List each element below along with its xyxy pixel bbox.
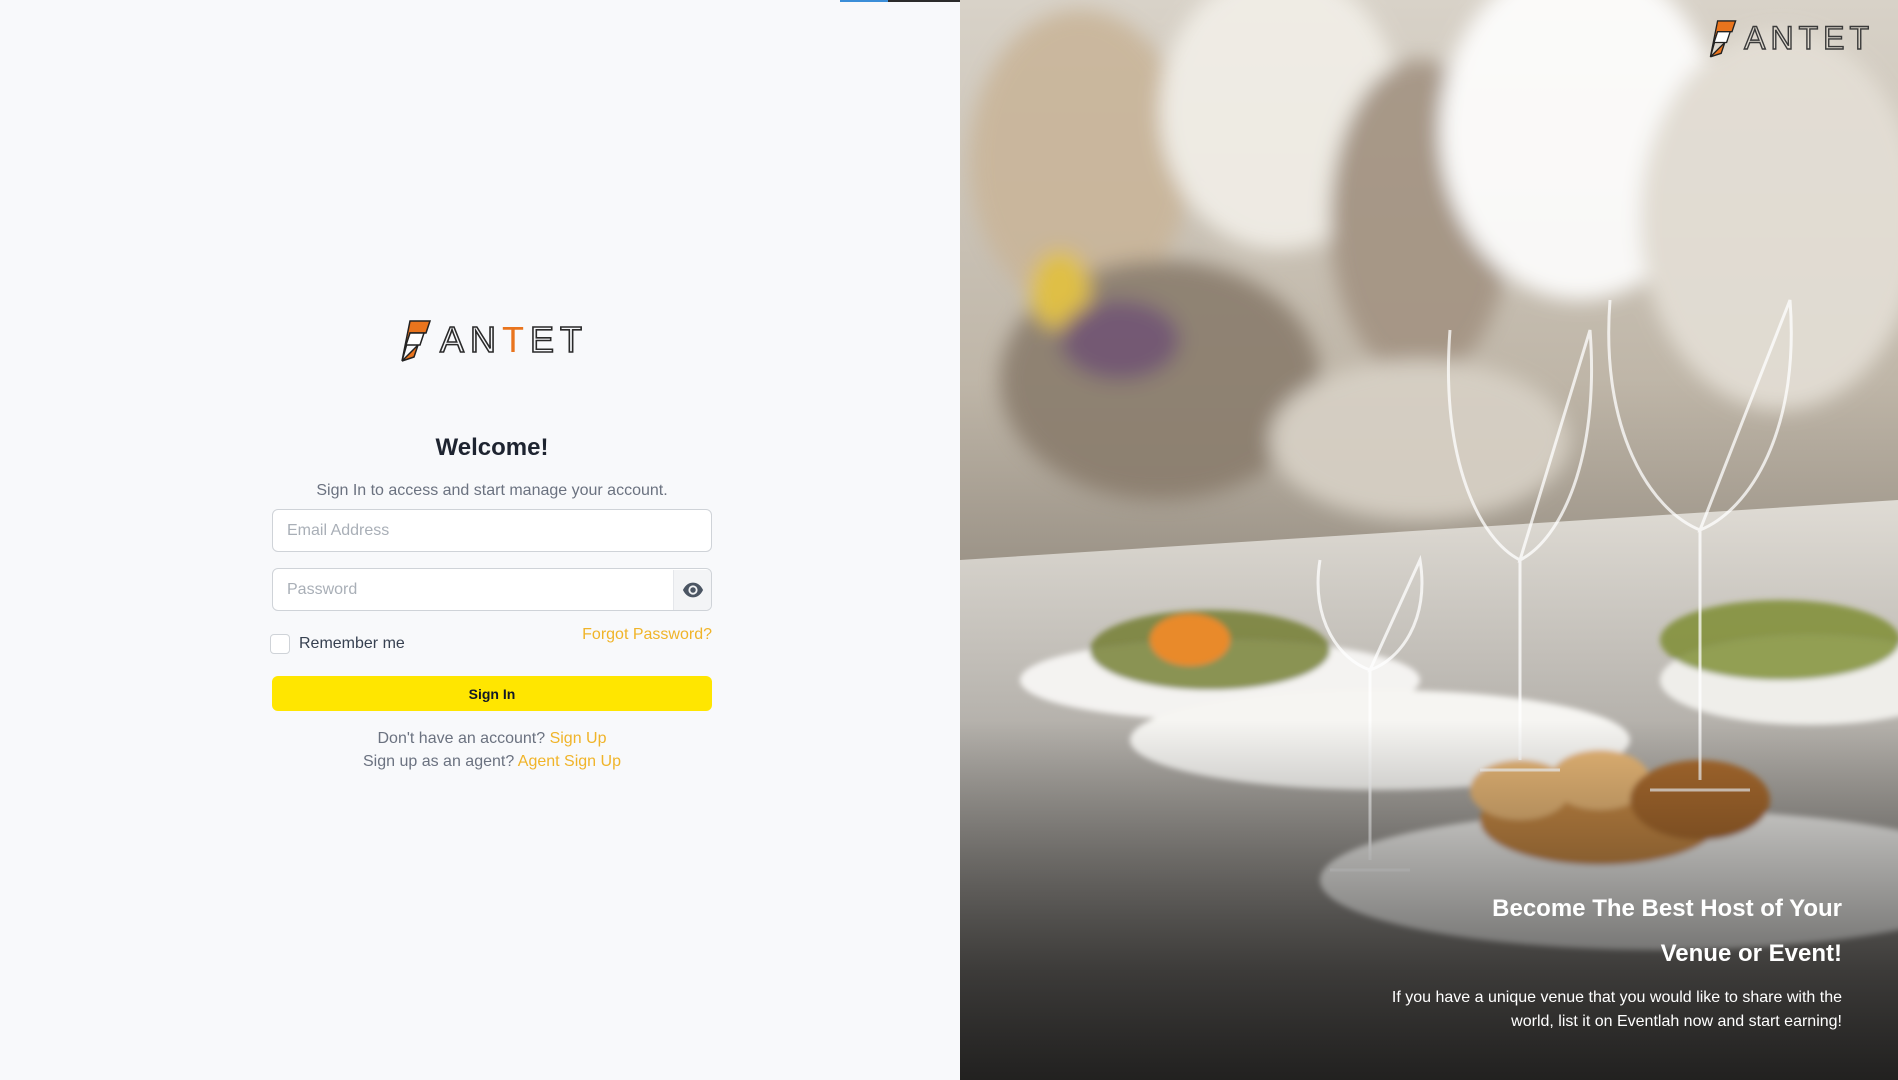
signup-prompt-text: Don't have an account? (377, 730, 546, 747)
form-options-row: Remember me Forgot Password? (270, 626, 712, 654)
eye-icon (682, 582, 703, 597)
password-placeholder: Password (287, 580, 358, 598)
password-visibility-toggle[interactable] (673, 569, 711, 610)
hero-panel: ANTET Become The Best Host of Your Venue… (960, 0, 1898, 1080)
hero-brand-logo: ANTET (1705, 14, 1874, 62)
login-panel: ANTET Welcome! Sign In to access and sta… (0, 0, 1080, 1080)
password-field[interactable]: Password (272, 568, 712, 611)
remember-me[interactable]: Remember me (270, 634, 405, 654)
agent-signup-prompt: Sign up as an agent? Agent Sign Up (272, 753, 712, 771)
page-title: Welcome! (435, 434, 549, 461)
agent-sign-up-link[interactable]: Agent Sign Up (518, 753, 621, 770)
remember-me-checkbox[interactable] (270, 634, 290, 654)
brand-wordmark: ANTET (439, 318, 589, 361)
hero-description-line-1: If you have a unique venue that you woul… (1391, 989, 1842, 1006)
hero-brand-wordmark: ANTET (1743, 19, 1874, 56)
page-subtitle: Sign In to access and start manage your … (316, 482, 668, 499)
loading-bar-fill (840, 0, 888, 2)
sign-in-button[interactable]: Sign In (272, 676, 712, 711)
hero-title-line-1: Become The Best Host of Your (1492, 895, 1842, 922)
email-placeholder: Email Address (287, 521, 390, 539)
forgot-password-link[interactable]: Forgot Password? (582, 626, 712, 644)
signup-prompt: Don't have an account? Sign Up (272, 730, 712, 748)
hero-description: If you have a unique venue that you woul… (1322, 986, 1842, 1034)
login-form: ANTET Welcome! Sign In to access and sta… (270, 312, 712, 771)
fantet-logo-icon (401, 320, 432, 362)
hero-title-line-2: Venue or Event! (1660, 940, 1842, 967)
agent-signup-prompt-text: Sign up as an agent? (363, 753, 515, 770)
hero-description-line-2: world, list it on Eventlah now and start… (1511, 1013, 1842, 1030)
email-field[interactable]: Email Address (272, 509, 712, 552)
sign-up-link[interactable]: Sign Up (550, 730, 607, 747)
hero-promo: Become The Best Host of Your Venue or Ev… (1322, 886, 1842, 1034)
login-page: ANTET Welcome! Sign In to access and sta… (0, 0, 1898, 1080)
brand-logo: ANTET (272, 312, 712, 368)
remember-me-label: Remember me (299, 635, 405, 652)
fantet-logo-icon (1709, 20, 1737, 58)
hero-title: Become The Best Host of Your Venue or Ev… (1322, 886, 1842, 976)
